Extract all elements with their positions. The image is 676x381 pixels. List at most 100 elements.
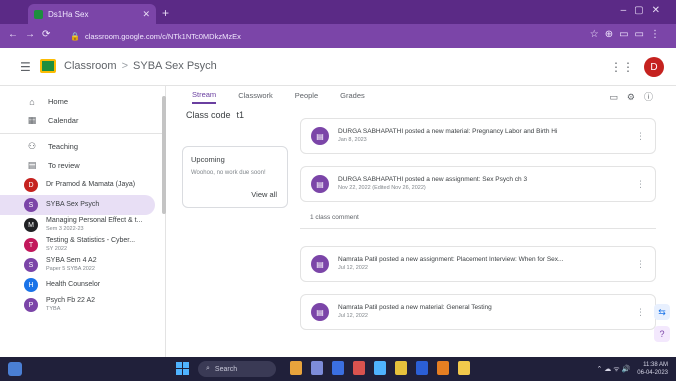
sidebar-item-teaching[interactable]: ⚇ Teaching — [0, 137, 165, 156]
taskbar-app-icon[interactable] — [458, 361, 470, 375]
browser-nav-icons[interactable]: ←→⟳ — [8, 29, 57, 40]
taskbar-clock[interactable]: 11:38 AM 06-04-2023 — [637, 361, 668, 377]
post-divider — [300, 228, 656, 229]
class-title: Dr Pramod & Mamata (Jaya) — [46, 181, 136, 188]
side-panel-icon[interactable]: ⇆ — [654, 304, 670, 320]
upcoming-card: Upcoming Woohoo, no work due soon! View … — [182, 146, 288, 208]
taskbar-app-icon[interactable] — [395, 361, 407, 375]
upcoming-heading: Upcoming — [191, 155, 225, 164]
taskbar-search[interactable]: ⌕ Search — [198, 361, 276, 377]
class-subtitle: Sem 3 2022-23 — [46, 226, 84, 232]
class-subtitle: TYBA — [46, 306, 61, 312]
sidebar-class-item[interactable]: S SYBA Sem 4 A2 Paper 5 SYBA 2022 — [0, 255, 165, 275]
taskbar-app-icon[interactable] — [332, 361, 344, 375]
class-subtitle: SY 2022 — [46, 246, 68, 252]
sidebar-item-label: To review — [48, 161, 80, 170]
taskbar-app-icon[interactable] — [416, 361, 428, 375]
sidebar: ⌂ Home ▦ Calendar ⚇ Teaching ▤ To review… — [0, 86, 166, 357]
class-avatar: D — [24, 178, 38, 192]
post-text: DURGA SABHAPATHI posted a new material: … — [338, 128, 558, 135]
sidebar-item-home[interactable]: ⌂ Home — [0, 92, 165, 111]
more-options-icon[interactable]: ⋮ — [636, 179, 645, 190]
clock-time: 11:38 AM — [643, 362, 668, 368]
calendar-icon: ▦ — [27, 115, 37, 125]
class-avatar: P — [24, 298, 38, 312]
menu-icon[interactable]: ☰ — [20, 60, 31, 74]
post-date: Nov 22, 2022 (Edited Nov 26, 2022) — [338, 185, 426, 191]
google-apps-icon[interactable]: ⋮⋮ — [610, 60, 634, 74]
post-date: Jul 12, 2022 — [338, 313, 368, 319]
stream-post[interactable]: ▤ DURGA SABHAPATHI posted a new material… — [300, 118, 656, 154]
sidebar-class-item-active[interactable]: S SYBA Sex Psych — [0, 195, 155, 215]
class-code-label: Class code — [186, 110, 231, 120]
extension-icons[interactable]: ☆⊕▭▭⋮ — [590, 29, 666, 40]
post-date: Jul 12, 2022 — [338, 265, 368, 271]
help-icon[interactable]: ? — [654, 326, 670, 342]
stream-post[interactable]: ▤ DURGA SABHAPATHI posted a new assignme… — [300, 166, 656, 202]
classroom-favicon-icon — [34, 9, 43, 19]
post-date: Jan 8, 2023 — [338, 137, 367, 143]
taskbar-search-label: Search — [214, 365, 238, 373]
breadcrumb-app[interactable]: Classroom — [64, 60, 117, 72]
class-title: Managing Personal Effect & t... — [46, 217, 143, 224]
sidebar-class-item[interactable]: P Psych Fb 22 A2 TYBA — [0, 295, 165, 315]
tab-classwork[interactable]: Classwork — [238, 86, 273, 104]
browser-tab-title: Ds1Ha Sex — [48, 9, 89, 19]
taskbar-app-icon[interactable] — [437, 361, 449, 375]
tab-grades[interactable]: Grades — [340, 86, 365, 104]
class-comment-link[interactable]: 1 class comment — [310, 214, 359, 221]
class-avatar: M — [24, 218, 38, 232]
url-text: classroom.google.com/c/NTk1NTc0MDkzMzEx — [84, 31, 241, 41]
view-all-link[interactable]: View all — [251, 190, 277, 199]
taskbar-app-icon[interactable] — [374, 361, 386, 375]
people-icon: ⚇ — [27, 141, 37, 151]
close-tab-icon[interactable]: ✕ — [142, 9, 150, 20]
sidebar-class-item[interactable]: T Testing & Statistics - Cyber... SY 202… — [0, 235, 165, 255]
sidebar-item-label: Teaching — [48, 142, 79, 151]
material-icon: ▤ — [311, 303, 329, 321]
class-code-value[interactable]: t1 — [237, 110, 245, 120]
sidebar-item-calendar[interactable]: ▦ Calendar — [0, 111, 165, 130]
search-icon: ⌕ — [206, 365, 210, 372]
tab-stream[interactable]: Stream — [192, 86, 217, 104]
sidebar-item-to-review[interactable]: ▤ To review — [0, 156, 165, 175]
sidebar-class-item[interactable]: H Health Counselor — [0, 275, 165, 295]
upcoming-subtext: Woohoo, no work due soon! — [191, 170, 266, 176]
more-options-icon[interactable]: ⋮ — [636, 259, 645, 270]
widgets-icon[interactable] — [8, 362, 22, 376]
post-text: Namrata Patil posted a new assignment: P… — [338, 256, 564, 263]
taskbar-apps — [290, 361, 470, 375]
class-avatar: S — [24, 198, 38, 212]
system-tray[interactable]: ⌃ ☁ ᯤ 🔊 11:38 AM 06-04-2023 — [596, 361, 668, 377]
avatar[interactable]: D — [644, 57, 664, 77]
window-controls[interactable]: –▢✕ — [621, 5, 668, 16]
sidebar-class-item[interactable]: M Managing Personal Effect & t... Sem 3 … — [0, 215, 165, 235]
material-icon: ▤ — [311, 127, 329, 145]
sidebar-scrollbar[interactable] — [162, 96, 166, 214]
taskbar-app-icon[interactable] — [353, 361, 365, 375]
more-options-icon[interactable]: ⋮ — [636, 307, 645, 318]
tab-people[interactable]: People — [295, 86, 318, 104]
breadcrumb-separator: > — [121, 60, 129, 72]
breadcrumb-class[interactable]: SYBA Sex Psych — [133, 60, 217, 72]
class-header-icons[interactable]: ▭⚙ⓘ — [609, 90, 662, 103]
taskbar-app-icon[interactable] — [290, 361, 302, 375]
class-title: Health Counselor — [46, 281, 101, 288]
url-field[interactable]: 🔒 classroom.google.com/c/NTk1NTc0MDkzMzE… — [70, 28, 510, 44]
more-options-icon[interactable]: ⋮ — [636, 131, 645, 142]
windows-start-icon[interactable] — [176, 362, 189, 375]
tray-icons[interactable]: ⌃ ☁ ᯤ 🔊 — [596, 365, 630, 374]
new-tab-icon[interactable]: + — [162, 6, 169, 20]
stream-post[interactable]: ▤ Namrata Patil posted a new assignment:… — [300, 246, 656, 282]
address-bar: ←→⟳ 🔒 classroom.google.com/c/NTk1NTc0MDk… — [0, 24, 676, 48]
browser-tabbar: Ds1Ha Sex ✕ + –▢✕ — [0, 0, 676, 24]
taskbar-app-icon[interactable] — [311, 361, 323, 375]
classroom-logo-icon — [40, 59, 56, 73]
sidebar-class-item[interactable]: D Dr Pramod & Mamata (Jaya) — [0, 175, 165, 195]
sidebar-item-label: Home — [48, 97, 69, 106]
stream-post[interactable]: ▤ Namrata Patil posted a new material: G… — [300, 294, 656, 330]
browser-tab[interactable]: Ds1Ha Sex ✕ — [28, 4, 156, 24]
os-taskbar: ⌕ Search ⌃ ☁ ᯤ 🔊 11:38 AM 06-04-2023 — [0, 357, 676, 381]
class-avatar: S — [24, 258, 38, 272]
class-subtitle: Paper 5 SYBA 2022 — [46, 266, 95, 272]
